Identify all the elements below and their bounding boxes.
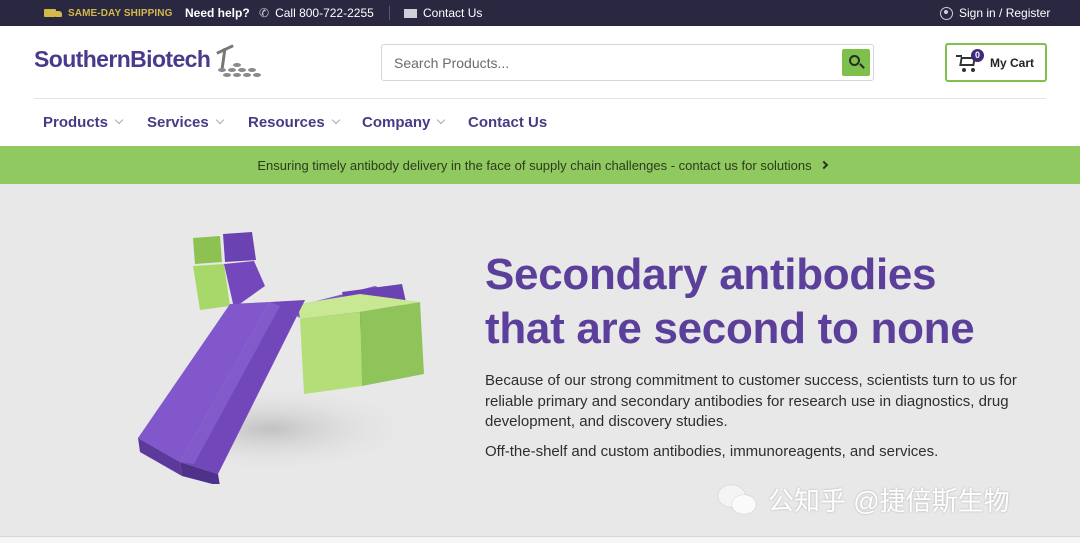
header-divider bbox=[34, 98, 1046, 99]
main-nav: Products Services Resources Company Cont… bbox=[0, 109, 1080, 135]
need-help-label: Need help? bbox=[185, 6, 250, 20]
wechat-icon bbox=[718, 483, 758, 517]
chevron-right-icon bbox=[819, 160, 828, 170]
call-link[interactable]: ✆ Call 800-722-2255 bbox=[259, 0, 374, 26]
nav-label: Contact Us bbox=[468, 113, 548, 131]
nav-item-products[interactable]: Products bbox=[43, 109, 124, 135]
sign-in-link[interactable]: Sign in / Register bbox=[940, 0, 1050, 26]
contact-link[interactable]: Contact Us bbox=[404, 0, 482, 26]
chevron-down-icon bbox=[114, 115, 124, 125]
call-label: Call 800-722-2255 bbox=[275, 6, 374, 20]
nav-label: Products bbox=[43, 113, 109, 131]
logo[interactable]: SouthernBiotech bbox=[34, 44, 272, 82]
announcement-link[interactable]: Ensuring timely antibody delivery in the… bbox=[257, 157, 828, 173]
chevron-down-icon bbox=[331, 115, 340, 125]
hero-bottom-edge bbox=[0, 536, 1080, 543]
mail-icon bbox=[404, 8, 417, 18]
phone-icon: ✆ bbox=[259, 6, 270, 20]
nav-label: Resources bbox=[248, 113, 325, 131]
logo-mark-icon bbox=[214, 42, 272, 82]
announcement-text: Ensuring timely antibody delivery in the… bbox=[257, 157, 812, 173]
same-day-shipping[interactable]: SAME-DAY SHIPPING bbox=[44, 0, 173, 26]
chevron-down-icon bbox=[437, 115, 446, 125]
search-button[interactable] bbox=[842, 49, 870, 76]
divider bbox=[389, 6, 390, 20]
antibody-illustration bbox=[120, 232, 424, 484]
hero-title-line1: Secondary antibodies bbox=[485, 250, 937, 299]
shipping-label: SAME-DAY SHIPPING bbox=[68, 7, 173, 19]
nav-item-contact[interactable]: Contact Us bbox=[468, 109, 547, 135]
utility-bar: SAME-DAY SHIPPING Need help? ✆ Call 800-… bbox=[0, 0, 1080, 26]
watermark-text: 公知乎 @捷倍斯生物 bbox=[768, 486, 1010, 516]
search-input[interactable] bbox=[394, 54, 834, 72]
hero-title: Secondary antibodies that are second to … bbox=[485, 248, 975, 356]
cart-button[interactable]: 0 My Cart bbox=[945, 43, 1047, 82]
announcement-bar: Ensuring timely antibody delivery in the… bbox=[0, 146, 1080, 184]
truck-icon bbox=[44, 8, 62, 19]
nav-item-company[interactable]: Company bbox=[362, 109, 446, 135]
cart-count-badge: 0 bbox=[971, 49, 984, 62]
nav-item-resources[interactable]: Resources bbox=[248, 109, 340, 135]
hero-subtext: Off-the-shelf and custom antibodies, imm… bbox=[485, 443, 939, 460]
watermark: 公知乎 @捷倍斯生物 bbox=[718, 481, 1010, 518]
hero-description: Because of our strong commitment to cust… bbox=[485, 372, 1017, 430]
logo-text: SouthernBiotech bbox=[34, 46, 211, 72]
chevron-down-icon bbox=[215, 115, 224, 125]
search-box bbox=[381, 44, 874, 81]
hero-title-line2: that are second to none bbox=[485, 304, 975, 353]
user-icon bbox=[940, 6, 953, 20]
contact-label: Contact Us bbox=[423, 6, 483, 20]
sign-in-label: Sign in / Register bbox=[959, 6, 1051, 20]
nav-label: Company bbox=[362, 113, 431, 131]
cart-label: My Cart bbox=[990, 56, 1035, 70]
nav-label: Services bbox=[147, 113, 209, 131]
nav-item-services[interactable]: Services bbox=[147, 109, 224, 135]
